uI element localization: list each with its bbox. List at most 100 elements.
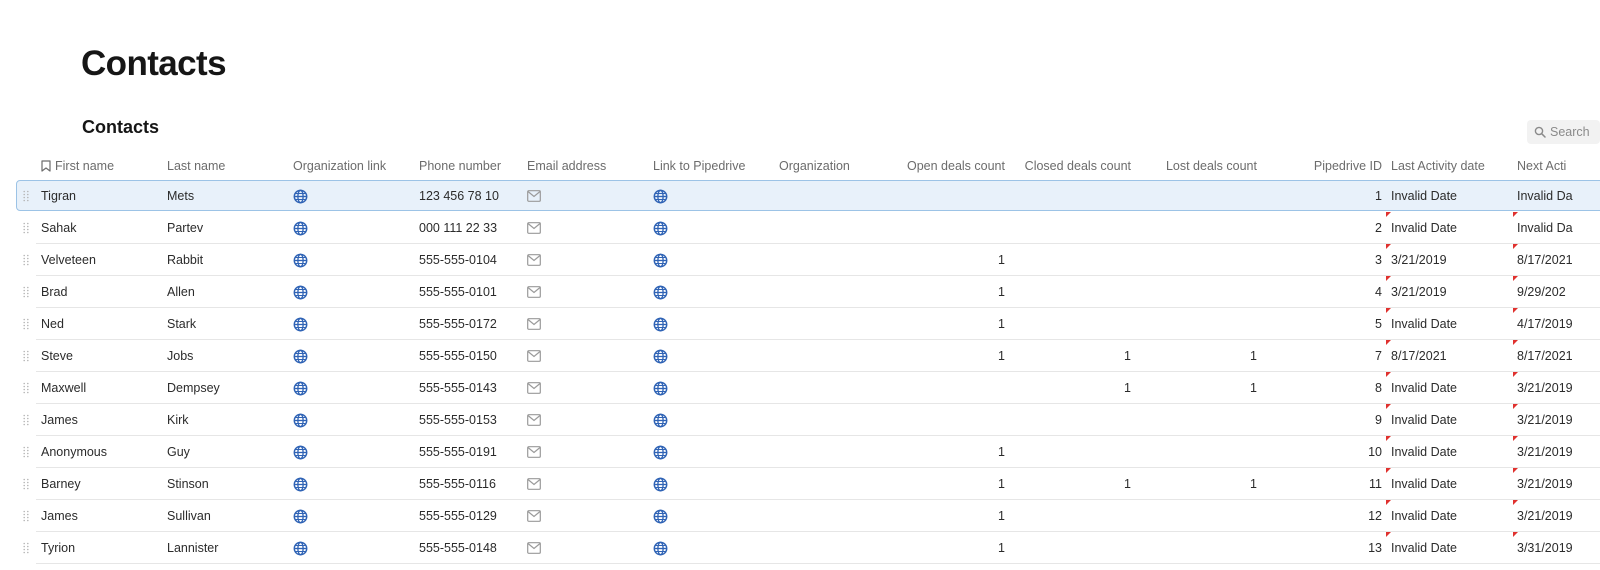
table-row[interactable]: Barney Stinson 555-555-0116 1 1 1 11 Invalid Da… [0, 468, 1600, 500]
cell-last-name[interactable]: Guy [167, 436, 190, 468]
globe-icon[interactable] [293, 541, 308, 556]
cell-closed-deals[interactable] [1011, 180, 1131, 212]
cell-last-activity[interactable]: Invalid Date [1391, 212, 1457, 244]
column-header-org-link[interactable]: Organization link [293, 150, 386, 182]
drag-handle-icon[interactable] [23, 510, 29, 522]
cell-closed-deals[interactable] [1011, 436, 1131, 468]
cell-last-name[interactable]: Partev [167, 212, 203, 244]
cell-last-activity[interactable]: Invalid Date [1391, 436, 1457, 468]
globe-icon[interactable] [293, 381, 308, 396]
cell-last-name[interactable]: Dempsey [167, 372, 220, 404]
cell-closed-deals[interactable] [1011, 276, 1131, 308]
cell-next-activity[interactable]: 4/17/2019 [1517, 308, 1573, 340]
drag-handle-icon[interactable] [23, 382, 29, 394]
cell-pipedrive-id[interactable]: 3 [1292, 244, 1382, 276]
globe-icon[interactable] [653, 381, 668, 396]
cell-last-name[interactable]: Allen [167, 276, 195, 308]
mail-icon[interactable] [527, 382, 541, 394]
table-row[interactable]: Maxwell Dempsey 555-555-0143 1 1 8 Invalid Dat… [0, 372, 1600, 404]
cell-phone[interactable]: 555-555-0191 [419, 436, 497, 468]
globe-icon[interactable] [293, 509, 308, 524]
cell-closed-deals[interactable] [1011, 212, 1131, 244]
cell-open-deals[interactable] [875, 372, 1005, 404]
cell-phone[interactable]: 555-555-0153 [419, 404, 497, 436]
drag-handle-icon[interactable] [23, 414, 29, 426]
globe-icon[interactable] [653, 413, 668, 428]
cell-phone[interactable]: 555-555-0172 [419, 308, 497, 340]
cell-open-deals[interactable]: 1 [875, 308, 1005, 340]
cell-open-deals[interactable] [875, 180, 1005, 212]
drag-handle-icon[interactable] [23, 350, 29, 362]
cell-open-deals[interactable]: 1 [875, 276, 1005, 308]
mail-icon[interactable] [527, 190, 541, 202]
table-row[interactable]: James Kirk 555-555-0153 9 Invalid Date 3/21/2… [0, 404, 1600, 436]
cell-open-deals[interactable]: 1 [875, 468, 1005, 500]
cell-last-name[interactable]: Lannister [167, 532, 218, 564]
column-header-next-activity[interactable]: Next Acti [1517, 150, 1566, 182]
drag-handle-icon[interactable] [23, 446, 29, 458]
mail-icon[interactable] [527, 414, 541, 426]
cell-lost-deals[interactable] [1147, 180, 1257, 212]
mail-icon[interactable] [527, 254, 541, 266]
cell-first-name[interactable]: Sahak [41, 212, 76, 244]
cell-last-activity[interactable]: Invalid Date [1391, 500, 1457, 532]
cell-pipedrive-id[interactable]: 7 [1292, 340, 1382, 372]
cell-first-name[interactable]: Anonymous [41, 436, 107, 468]
column-header-phone[interactable]: Phone number [419, 150, 501, 182]
cell-phone[interactable]: 555-555-0104 [419, 244, 497, 276]
globe-icon[interactable] [293, 477, 308, 492]
column-header-open-deals[interactable]: Open deals count [875, 150, 1005, 182]
cell-phone[interactable]: 555-555-0129 [419, 500, 497, 532]
column-header-lost-deals[interactable]: Lost deals count [1147, 150, 1257, 182]
cell-last-name[interactable]: Stark [167, 308, 196, 340]
cell-lost-deals[interactable] [1147, 212, 1257, 244]
cell-next-activity[interactable]: 3/21/2019 [1517, 404, 1573, 436]
table-row[interactable]: Velveteen Rabbit 555-555-0104 1 3 3/21/2019 8/… [0, 244, 1600, 276]
cell-lost-deals[interactable] [1147, 244, 1257, 276]
column-header-email[interactable]: Email address [527, 150, 606, 182]
cell-first-name[interactable]: Brad [41, 276, 67, 308]
cell-phone[interactable]: 000 111 22 33 [419, 212, 497, 244]
cell-first-name[interactable]: Maxwell [41, 372, 86, 404]
cell-pipedrive-id[interactable]: 4 [1292, 276, 1382, 308]
cell-first-name[interactable]: Tigran [41, 180, 76, 212]
cell-first-name[interactable]: Steve [41, 340, 73, 372]
cell-last-name[interactable]: Stinson [167, 468, 209, 500]
cell-pipedrive-id[interactable]: 2 [1292, 212, 1382, 244]
cell-open-deals[interactable]: 1 [875, 436, 1005, 468]
globe-icon[interactable] [293, 189, 308, 204]
cell-open-deals[interactable] [875, 404, 1005, 436]
globe-icon[interactable] [653, 285, 668, 300]
cell-next-activity[interactable]: Invalid Da [1517, 180, 1573, 212]
table-row[interactable]: James Sullivan 555-555-0129 1 12 Invalid Date… [0, 500, 1600, 532]
cell-last-activity[interactable]: Invalid Date [1391, 372, 1457, 404]
cell-lost-deals[interactable] [1147, 308, 1257, 340]
cell-next-activity[interactable]: 9/29/202 [1517, 276, 1566, 308]
cell-last-activity[interactable]: Invalid Date [1391, 468, 1457, 500]
cell-phone[interactable]: 555-555-0116 [419, 468, 496, 500]
mail-icon[interactable] [527, 478, 541, 490]
drag-handle-icon[interactable] [23, 318, 29, 330]
column-header-pipedrive-id[interactable]: Pipedrive ID [1292, 150, 1382, 182]
globe-icon[interactable] [293, 253, 308, 268]
column-header-pipedrive-link[interactable]: Link to Pipedrive [653, 150, 745, 182]
cell-closed-deals[interactable] [1011, 308, 1131, 340]
globe-icon[interactable] [653, 221, 668, 236]
mail-icon[interactable] [527, 446, 541, 458]
cell-lost-deals[interactable]: 1 [1147, 372, 1257, 404]
cell-last-name[interactable]: Kirk [167, 404, 189, 436]
globe-icon[interactable] [293, 285, 308, 300]
cell-closed-deals[interactable] [1011, 404, 1131, 436]
globe-icon[interactable] [293, 317, 308, 332]
column-header-last-name[interactable]: Last name [167, 150, 225, 182]
cell-last-name[interactable]: Mets [167, 180, 194, 212]
drag-handle-icon[interactable] [23, 542, 29, 554]
globe-icon[interactable] [653, 541, 668, 556]
globe-icon[interactable] [653, 317, 668, 332]
cell-first-name[interactable]: Velveteen [41, 244, 96, 276]
cell-lost-deals[interactable] [1147, 276, 1257, 308]
drag-handle-icon[interactable] [23, 254, 29, 266]
cell-first-name[interactable]: Barney [41, 468, 81, 500]
column-header-first-name[interactable]: First name [41, 150, 114, 182]
cell-pipedrive-id[interactable]: 11 [1292, 468, 1382, 500]
